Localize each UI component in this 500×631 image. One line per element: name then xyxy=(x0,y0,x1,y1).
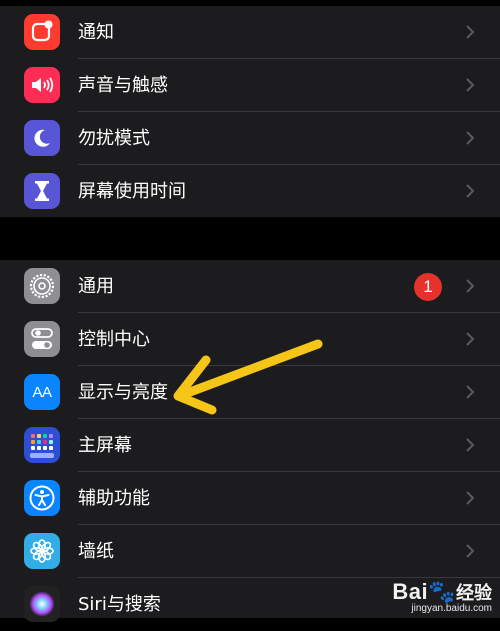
settings-row-do-not-disturb[interactable]: 勿扰模式 xyxy=(0,112,500,165)
settings-row-home-screen[interactable]: 主屏幕 xyxy=(0,419,500,472)
chevron-right-icon xyxy=(462,331,478,347)
moon-icon xyxy=(24,120,60,156)
paw-icon: 🐾 xyxy=(428,579,456,604)
chevron-right-icon xyxy=(462,384,478,400)
row-label: 墙纸 xyxy=(78,541,114,562)
row-label: Siri与搜索 xyxy=(78,594,161,615)
row-label: 主屏幕 xyxy=(78,435,132,456)
speaker-icon xyxy=(24,67,60,103)
settings-row-display-brightness[interactable]: AA 显示与亮度 xyxy=(0,366,500,419)
row-label: 显示与亮度 xyxy=(78,382,168,403)
chevron-right-icon xyxy=(462,490,478,506)
row-label: 通知 xyxy=(78,22,114,43)
row-label: 勿扰模式 xyxy=(78,128,150,149)
settings-row-notifications[interactable]: 通知 xyxy=(0,6,500,59)
accessibility-icon xyxy=(24,480,60,516)
row-label: 通用 xyxy=(78,276,114,297)
gear-icon xyxy=(24,268,60,304)
toggles-icon xyxy=(24,321,60,357)
chevron-right-icon xyxy=(462,77,478,93)
chevron-right-icon xyxy=(462,437,478,453)
row-label: 辅助功能 xyxy=(78,488,150,509)
hourglass-icon xyxy=(24,173,60,209)
notifications-icon xyxy=(24,14,60,50)
settings-group-2: 通用 1 控制中心 AA 显示与亮度 主屏幕 辅助功能 墙纸 Siri与搜索 xyxy=(0,260,500,622)
chevron-right-icon xyxy=(462,24,478,40)
row-label: 屏幕使用时间 xyxy=(78,181,186,202)
settings-row-general[interactable]: 通用 1 xyxy=(0,260,500,313)
settings-row-control-center[interactable]: 控制中心 xyxy=(0,313,500,366)
settings-row-screen-time[interactable]: 屏幕使用时间 xyxy=(0,165,500,218)
chevron-right-icon xyxy=(462,130,478,146)
chevron-right-icon xyxy=(462,183,478,199)
settings-group-1: 通知 声音与触感 勿扰模式 屏幕使用时间 xyxy=(0,6,500,217)
watermark-jingyan: 经验 xyxy=(456,583,492,604)
settings-row-wallpaper[interactable]: 墙纸 xyxy=(0,525,500,578)
chevron-right-icon xyxy=(462,278,478,294)
chevron-right-icon xyxy=(462,543,478,559)
watermark-brand: Bai xyxy=(392,579,429,604)
baidu-watermark: Bai🐾经验 jingyan.baidu.com xyxy=(392,579,492,614)
settings-row-sounds-haptics[interactable]: 声音与触感 xyxy=(0,59,500,112)
siri-icon xyxy=(24,586,60,622)
row-label: 声音与触感 xyxy=(78,75,168,96)
notification-badge: 1 xyxy=(414,273,442,301)
settings-row-accessibility[interactable]: 辅助功能 xyxy=(0,472,500,525)
display-aa-glyph: AA xyxy=(32,383,52,401)
row-label: 控制中心 xyxy=(78,329,150,350)
display-aa-icon: AA xyxy=(24,374,60,410)
home-grid-icon xyxy=(24,427,60,463)
flower-icon xyxy=(24,533,60,569)
